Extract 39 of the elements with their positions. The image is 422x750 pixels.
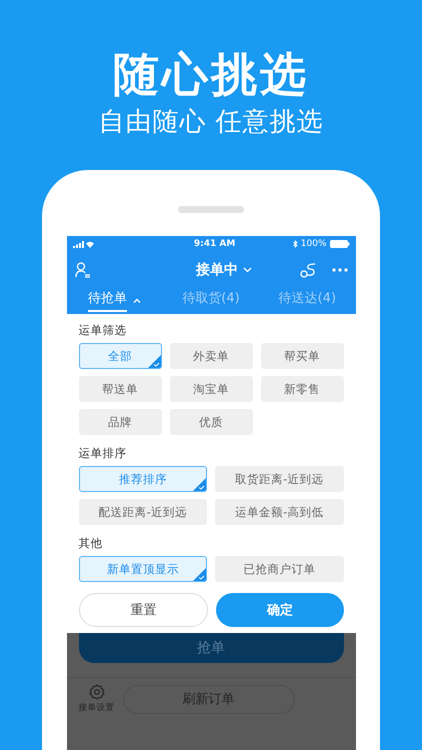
filter-option[interactable]: 新单置顶显示 [78, 556, 207, 582]
more-icon[interactable] [332, 268, 348, 272]
filter-option[interactable]: 推荐排序 [78, 466, 207, 492]
section-title: 运单筛选 [78, 323, 128, 337]
filter-option[interactable]: 帮买单 [260, 343, 344, 369]
speaker-slot [178, 206, 244, 213]
bluetooth-icon [292, 240, 298, 248]
caret-up-icon [133, 298, 142, 302]
route-icon[interactable] [300, 262, 318, 278]
filter-option[interactable]: 品牌 [78, 409, 162, 435]
chevron-down-icon[interactable] [243, 267, 252, 273]
filter-option[interactable]: 外卖单 [170, 343, 252, 369]
check-corner-icon [193, 568, 206, 581]
status-time: 9:41 AM [194, 239, 236, 249]
user-list-icon[interactable] [74, 262, 90, 278]
filter-option[interactable]: 帮送单 [78, 376, 162, 402]
battery-icon [330, 240, 350, 248]
tab[interactable]: 待抢单 [88, 288, 128, 312]
filter-option[interactable]: 取货距离-近到远 [215, 466, 344, 492]
signal-wifi-icon [72, 240, 94, 248]
check-corner-icon [148, 355, 160, 368]
status-title[interactable]: 接单中 [196, 261, 238, 279]
battery-percent: 100% [300, 239, 326, 249]
confirm-button[interactable]: 确定 [216, 593, 344, 627]
headline: 随心挑选 [113, 46, 309, 102]
section-title: 运单排序 [78, 446, 128, 460]
filter-option[interactable]: 优质 [170, 409, 252, 435]
section-title: 其他 [78, 536, 104, 550]
subheadline: 自由随心 任意挑选 [98, 106, 324, 138]
filter-option[interactable]: 已抢商户订单 [215, 556, 344, 582]
filter-option[interactable]: 配送距离-近到远 [78, 499, 207, 525]
filter-option[interactable]: 运单金额-高到低 [215, 499, 344, 525]
gear-icon [88, 684, 104, 700]
filter-option[interactable]: 淘宝单 [170, 376, 252, 402]
filter-option[interactable]: 全部 [78, 343, 162, 369]
filter-option[interactable]: 新零售 [260, 376, 344, 402]
reset-button[interactable]: 重置 [78, 593, 208, 627]
check-corner-icon [193, 478, 206, 491]
grab-order-button[interactable]: 抢单 [78, 633, 344, 663]
